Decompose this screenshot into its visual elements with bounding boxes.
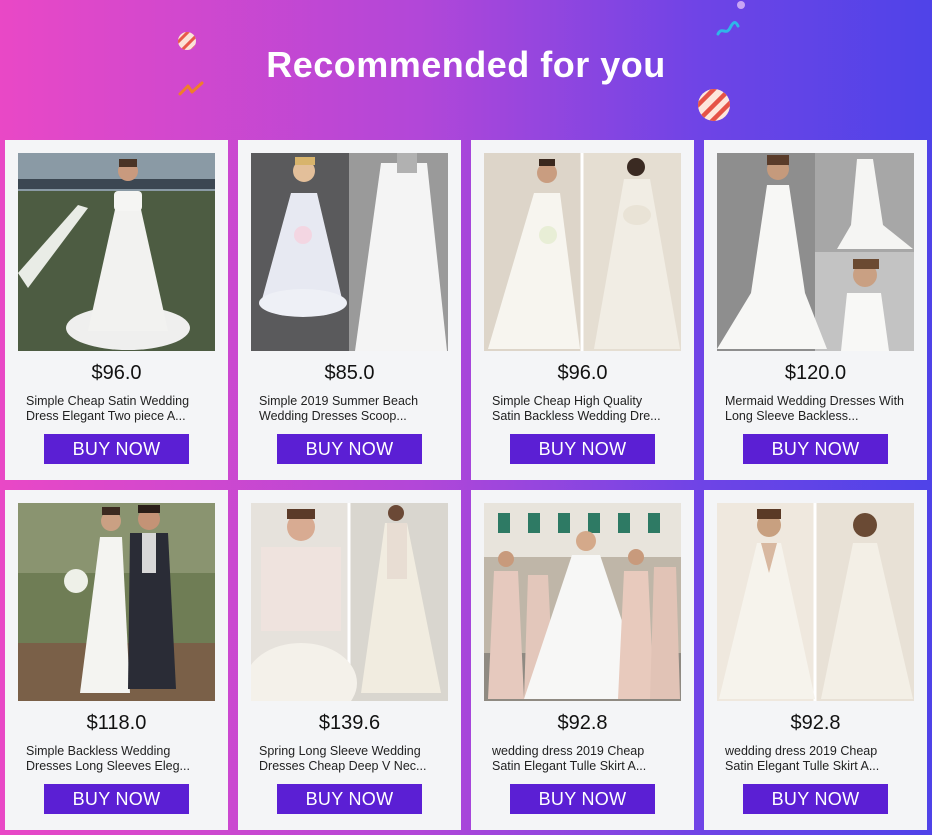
ribbon-confetti-icon <box>716 21 740 36</box>
product-price: $120.0 <box>784 362 847 384</box>
product-card[interactable]: $118.0 Simple Backless Wedding Dresses L… <box>5 490 228 830</box>
product-card[interactable]: $92.8 wedding dress 2019 Cheap Satin Ele… <box>471 490 694 830</box>
product-price: $96.0 <box>557 362 608 384</box>
buy-now-button[interactable]: BUY NOW <box>510 784 655 814</box>
product-image[interactable] <box>484 153 681 351</box>
page-title: Recommended for you <box>266 44 666 85</box>
product-image[interactable] <box>717 503 914 701</box>
product-image[interactable] <box>251 153 448 351</box>
buy-now-button[interactable]: BUY NOW <box>510 434 655 464</box>
product-price: $96.0 <box>91 362 142 384</box>
product-name[interactable]: wedding dress 2019 Cheap Satin Elegant T… <box>725 744 907 774</box>
buy-now-button[interactable]: BUY NOW <box>277 434 422 464</box>
product-card[interactable]: $96.0 Simple Cheap High Quality Satin Ba… <box>471 140 694 480</box>
buy-now-button[interactable]: BUY NOW <box>44 434 189 464</box>
product-image[interactable] <box>484 503 681 701</box>
product-image[interactable] <box>18 503 215 701</box>
product-image[interactable] <box>251 503 448 701</box>
buy-now-button[interactable]: BUY NOW <box>277 784 422 814</box>
buy-now-button[interactable]: BUY NOW <box>44 784 189 814</box>
product-card[interactable]: $120.0 Mermaid Wedding Dresses With Long… <box>704 140 927 480</box>
product-card[interactable]: $92.8 wedding dress 2019 Cheap Satin Ele… <box>704 490 927 830</box>
product-price: $92.8 <box>557 712 608 734</box>
product-card[interactable]: $85.0 Simple 2019 Summer Beach Wedding D… <box>238 140 461 480</box>
product-card[interactable]: $139.6 Spring Long Sleeve Wedding Dresse… <box>238 490 461 830</box>
product-image[interactable] <box>18 153 215 351</box>
product-price: $92.8 <box>790 712 841 734</box>
buy-now-button[interactable]: BUY NOW <box>743 434 888 464</box>
product-name[interactable]: Simple 2019 Summer Beach Wedding Dresses… <box>259 394 441 424</box>
product-name[interactable]: wedding dress 2019 Cheap Satin Elegant T… <box>492 744 674 774</box>
product-name[interactable]: Spring Long Sleeve Wedding Dresses Cheap… <box>259 744 441 774</box>
product-name[interactable]: Simple Backless Wedding Dresses Long Sle… <box>26 744 208 774</box>
product-name[interactable]: Mermaid Wedding Dresses With Long Sleeve… <box>725 394 907 424</box>
product-price: $118.0 <box>86 712 147 734</box>
product-name[interactable]: Simple Cheap Satin Wedding Dress Elegant… <box>26 394 208 424</box>
product-price: $139.6 <box>318 712 381 734</box>
product-image[interactable] <box>717 153 914 351</box>
buy-now-button[interactable]: BUY NOW <box>743 784 888 814</box>
recommendation-header: Recommended for you <box>0 0 932 140</box>
product-card[interactable]: $96.0 Simple Cheap Satin Wedding Dress E… <box>5 140 228 480</box>
product-grid: $96.0 Simple Cheap Satin Wedding Dress E… <box>5 140 927 830</box>
striped-ball-icon <box>698 89 730 121</box>
product-price: $85.0 <box>324 362 375 384</box>
product-name[interactable]: Simple Cheap High Quality Satin Backless… <box>492 394 674 424</box>
dot-confetti-icon <box>737 1 745 9</box>
